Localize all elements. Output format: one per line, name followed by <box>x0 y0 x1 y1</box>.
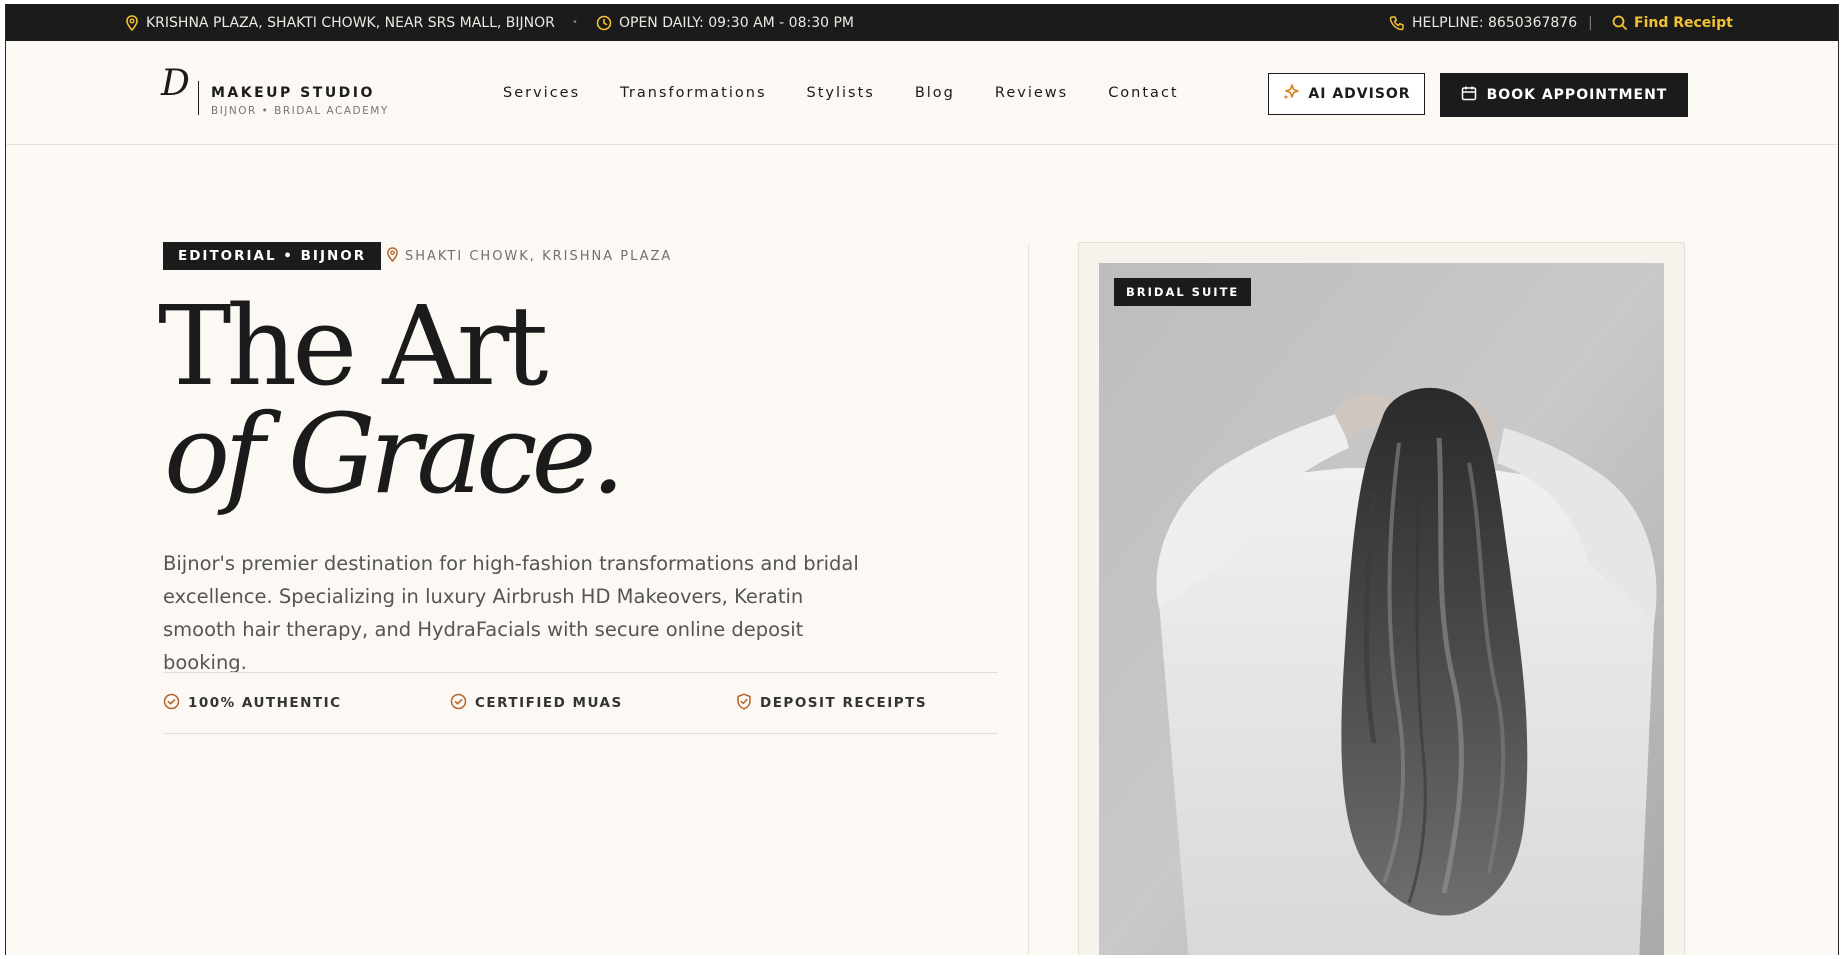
calendar-icon <box>1461 85 1477 105</box>
brand-tagline: BIJNOR • BRIDAL ACADEMY <box>211 105 389 117</box>
address-info: KRISHNA PLAZA, SHAKTI CHOWK, NEAR SRS MA… <box>125 4 555 41</box>
find-receipt-label: Find Receipt <box>1634 14 1733 31</box>
woman-hair-illustration <box>1099 263 1664 955</box>
nav-item-services[interactable]: Services <box>503 85 580 101</box>
page-frame: KRISHNA PLAZA, SHAKTI CHOWK, NEAR SRS MA… <box>5 4 1839 955</box>
feature-receipts: DEPOSIT RECEIPTS <box>736 673 927 733</box>
location-pin-icon <box>125 14 139 31</box>
hero-description: Bijnor's premier destination for high-fa… <box>163 552 859 674</box>
hero-title-line-1: The Art <box>158 282 549 410</box>
nav-item-blog[interactable]: Blog <box>915 85 955 101</box>
search-icon <box>1612 15 1627 30</box>
find-receipt-link[interactable]: Find Receipt <box>1612 4 1733 41</box>
ai-advisor-button[interactable]: AI ADVISOR <box>1268 73 1425 115</box>
hero-location-text: SHAKTI CHOWK, KRISHNA PLAZA <box>405 248 673 264</box>
hero-location: SHAKTI CHOWK, KRISHNA PLAZA <box>386 242 672 270</box>
nav-item-reviews[interactable]: Reviews <box>995 85 1068 101</box>
sparkles-icon <box>1282 83 1300 105</box>
check-circle-icon <box>450 693 467 714</box>
book-appointment-button[interactable]: BOOK APPOINTMENT <box>1440 73 1688 117</box>
main-nav: Services Transformations Stylists Blog R… <box>503 41 1179 145</box>
feature-authentic: 100% AUTHENTIC <box>163 673 342 733</box>
logo-letter: D <box>161 63 190 104</box>
address-text: KRISHNA PLAZA, SHAKTI CHOWK, NEAR SRS MA… <box>146 14 555 31</box>
feature-certified: CERTIFIED MUAS <box>450 673 623 733</box>
editorial-badge: EDITORIAL • BIJNOR <box>163 242 382 270</box>
shield-check-icon <box>736 692 752 714</box>
helpline-link[interactable]: HELPLINE: 8650367876 <box>1389 4 1577 41</box>
hero-title-line-2: of Grace. <box>164 390 626 518</box>
nav-item-stylists[interactable]: Stylists <box>807 85 875 101</box>
hours-info: OPEN DAILY: 09:30 AM - 08:30 PM <box>596 4 854 41</box>
book-appointment-label: BOOK APPOINTMENT <box>1486 87 1668 103</box>
pipe-separator: | <box>1588 14 1593 31</box>
nav-item-contact[interactable]: Contact <box>1108 85 1178 101</box>
hero-photo: BRIDAL SUITE <box>1099 263 1664 955</box>
nav-item-transformations[interactable]: Transformations <box>620 85 766 101</box>
check-circle-icon <box>163 693 180 714</box>
dot-separator: • <box>572 17 578 28</box>
site-header: D MAKEUP STUDIO BIJNOR • BRIDAL ACADEMY … <box>6 41 1838 145</box>
phone-icon <box>1389 15 1405 31</box>
bridal-suite-badge: BRIDAL SUITE <box>1114 278 1252 306</box>
top-info-bar: KRISHNA PLAZA, SHAKTI CHOWK, NEAR SRS MA… <box>6 4 1838 41</box>
feature-strip: 100% AUTHENTIC CERTIFIED MUAS DEPOSIT RE… <box>163 672 998 734</box>
column-divider <box>1028 244 1029 955</box>
helpline-text: HELPLINE: 8650367876 <box>1412 14 1578 31</box>
brand-name: MAKEUP STUDIO <box>211 85 375 101</box>
ai-advisor-label: AI ADVISOR <box>1308 86 1411 102</box>
logo-divider <box>198 81 199 115</box>
location-pin-icon <box>386 246 399 266</box>
clock-icon <box>596 15 612 31</box>
hours-text: OPEN DAILY: 09:30 AM - 08:30 PM <box>619 14 854 31</box>
hero-photo-card: BRIDAL SUITE <box>1078 242 1685 955</box>
